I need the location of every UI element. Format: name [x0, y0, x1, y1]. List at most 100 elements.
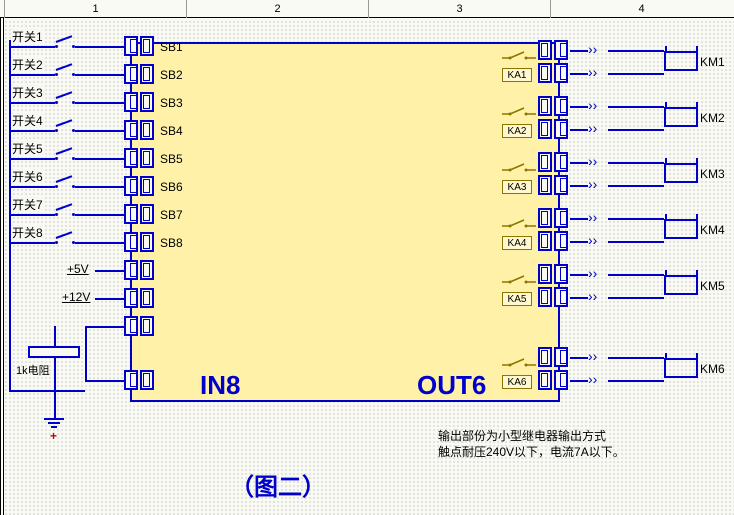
wire: [570, 218, 588, 220]
km3-coil: [664, 163, 698, 183]
sb6-label: SB6: [160, 180, 183, 194]
port-5v: [124, 260, 138, 280]
km6-coil: [664, 358, 698, 378]
port-outB4: [538, 231, 552, 251]
port-sb2: [124, 64, 138, 84]
left-margin: [0, 18, 4, 515]
ka1-label: KA1: [502, 68, 532, 82]
sb7-label: SB7: [160, 208, 183, 222]
km4-coil: [664, 219, 698, 239]
arrow-icon: ››: [588, 209, 597, 225]
km6-label: KM6: [700, 362, 725, 376]
sb4-label: SB4: [160, 124, 183, 138]
port-extra1: [124, 316, 138, 336]
wire: [95, 270, 125, 272]
port-sb2b: [140, 64, 154, 84]
5v-label: +5V: [67, 262, 89, 276]
switch-label-1: 开关1: [11, 28, 44, 45]
ka5-label: KA5: [502, 292, 532, 306]
relay-contact-icon: [502, 355, 536, 374]
port-outB3: [538, 175, 552, 195]
wire: [75, 46, 125, 48]
wire: [570, 297, 588, 299]
km2-coil: [664, 107, 698, 127]
switch-label-2: 开关2: [11, 56, 44, 73]
wire: [570, 185, 588, 187]
switch-label-6: 开关6: [11, 168, 44, 185]
wire: [54, 358, 56, 420]
port-sb6: [124, 176, 138, 196]
arrow-icon: ››: [588, 348, 597, 364]
wire: [570, 357, 588, 359]
port-outA3: [538, 152, 552, 172]
port-sb4: [124, 120, 138, 140]
switch-label-5: 开关5: [11, 140, 44, 157]
wire: [608, 297, 664, 299]
port-sb3: [124, 92, 138, 112]
km5-coil: [664, 275, 698, 295]
km2-label: KM2: [700, 111, 725, 125]
wire: [9, 242, 55, 244]
arrow-icon: ››: [588, 97, 597, 113]
wire: [570, 106, 588, 108]
port-outA6: [538, 347, 552, 367]
arrow-icon: ››: [588, 153, 597, 169]
km4-label: KM4: [700, 223, 725, 237]
port-extra2b: [140, 370, 154, 390]
wire: [75, 186, 125, 188]
in8-label: IN8: [200, 370, 240, 401]
sb2-label: SB2: [160, 68, 183, 82]
resistor-icon: [28, 346, 80, 358]
wire: [95, 298, 125, 300]
relay-contact-icon: [502, 272, 536, 291]
port-sb1: [124, 36, 138, 56]
wire: [608, 241, 664, 243]
wire: [75, 74, 125, 76]
wire: [75, 214, 125, 216]
wire: [9, 46, 55, 48]
wire: [608, 185, 664, 187]
km3-label: KM3: [700, 167, 725, 181]
port-sb7b: [140, 204, 154, 224]
wire: [608, 274, 664, 276]
switch-label-8: 开关8: [11, 224, 44, 241]
port-sb8b: [140, 232, 154, 252]
port-outA1: [538, 40, 552, 60]
wire: [75, 102, 125, 104]
wire: [9, 186, 55, 188]
wire: [9, 214, 55, 216]
ruler: 1 2 3 4: [0, 0, 734, 18]
ka3-label: KA3: [502, 180, 532, 194]
out6-label: OUT6: [417, 370, 486, 401]
sb8-label: SB8: [160, 236, 183, 250]
12v-label: +12V: [62, 290, 90, 304]
wire: [608, 162, 664, 164]
port-outB3b: [554, 175, 568, 195]
switch-icon: [55, 68, 75, 78]
port-outA6b: [554, 347, 568, 367]
ruler-1: 1: [4, 0, 186, 18]
ruler-4: 4: [550, 0, 732, 18]
port-outB1b: [554, 63, 568, 83]
wire: [75, 158, 125, 160]
wire: [570, 162, 588, 164]
port-outB5b: [554, 287, 568, 307]
resistor-label: 1k电阻: [16, 362, 50, 378]
arrow-icon: ››: [588, 41, 597, 57]
relay-contact-icon: [502, 104, 536, 123]
arrow-icon: ››: [588, 232, 597, 248]
port-outB5: [538, 287, 552, 307]
km1-label: KM1: [700, 55, 725, 69]
port-outB6: [538, 370, 552, 390]
wire: [608, 129, 664, 131]
port-outB6b: [554, 370, 568, 390]
wire: [608, 218, 664, 220]
wire: [85, 326, 125, 328]
port-12vb: [140, 288, 154, 308]
wire: [608, 357, 664, 359]
switch-icon: [55, 40, 75, 50]
wire: [608, 106, 664, 108]
ka2-label: KA2: [502, 124, 532, 138]
switch-label-3: 开关3: [11, 84, 44, 101]
wire: [85, 380, 125, 382]
